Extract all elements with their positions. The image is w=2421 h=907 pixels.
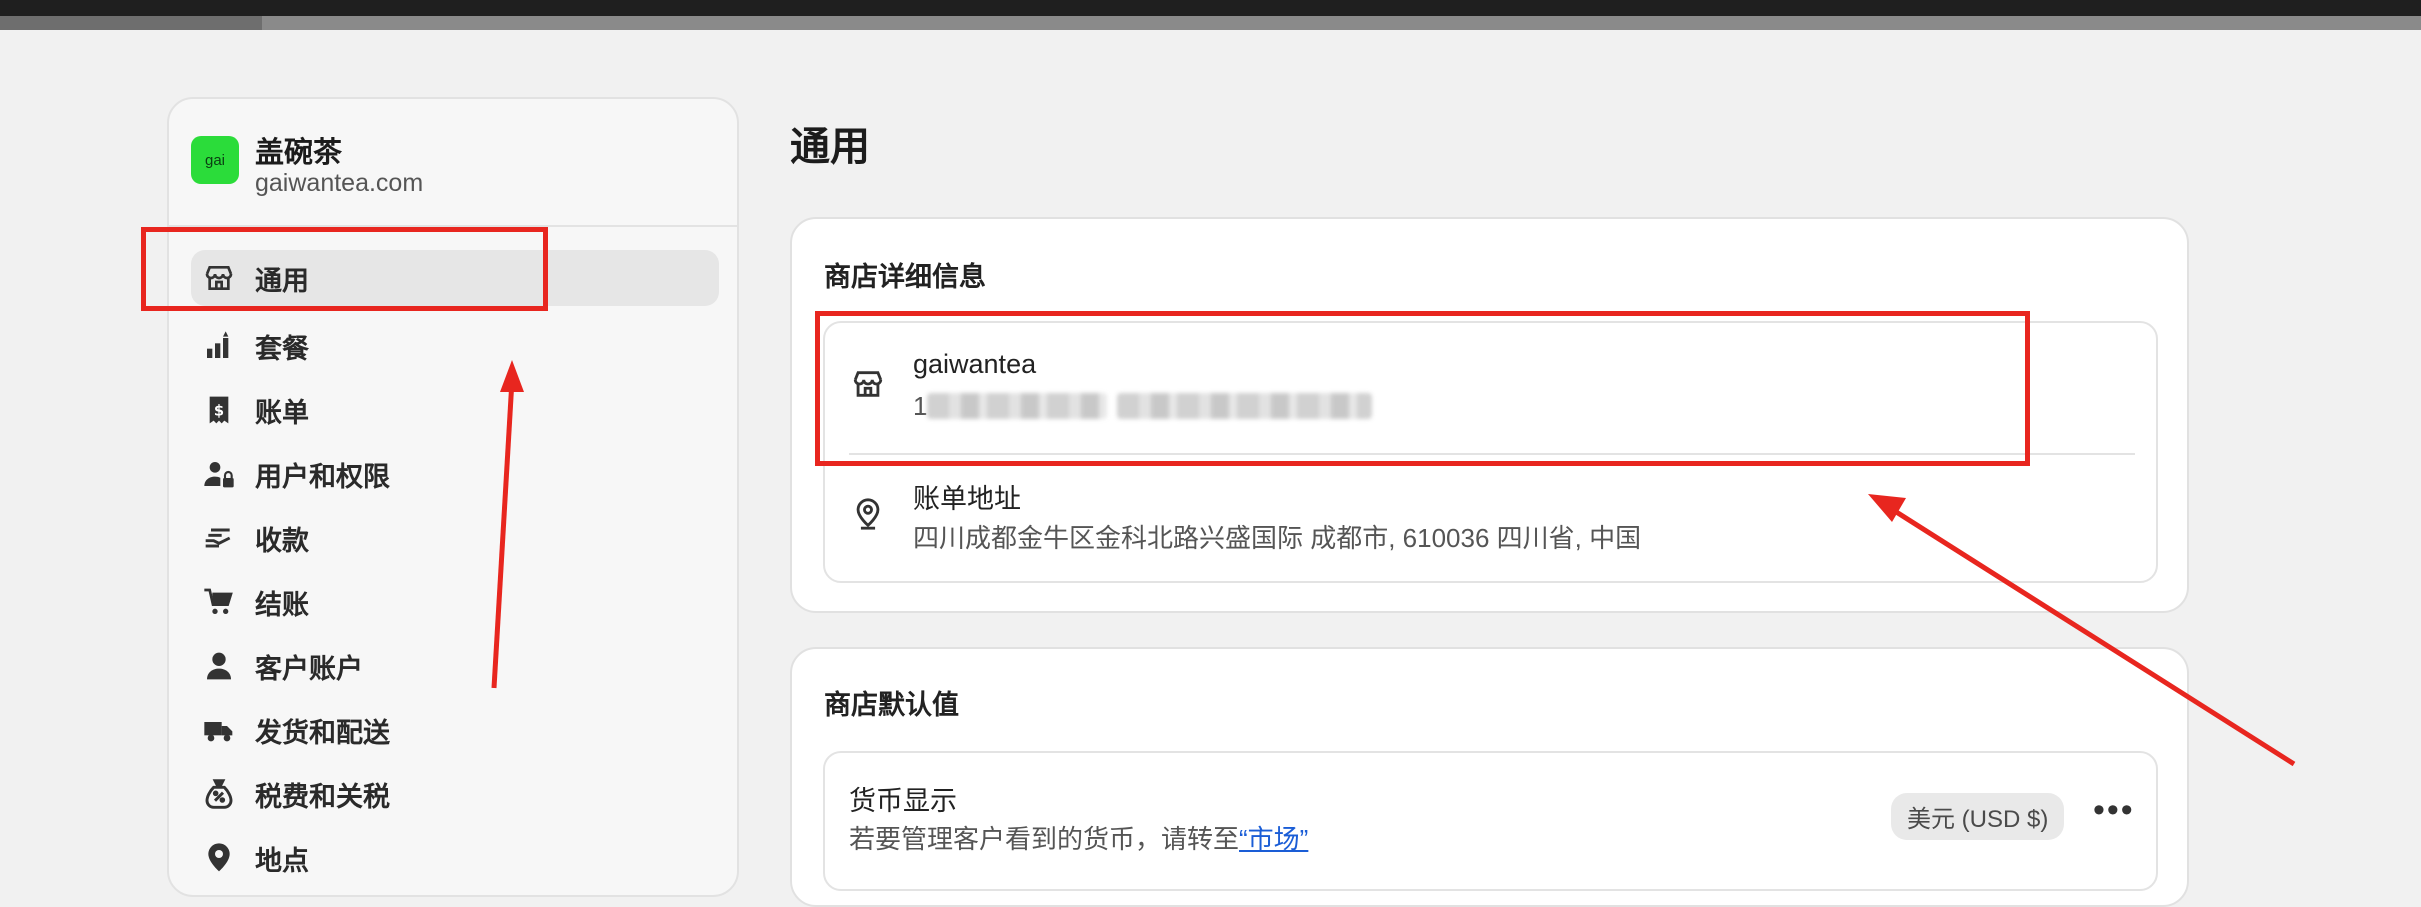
annotation-arrow bbox=[1868, 494, 2296, 767]
annotation-arrow bbox=[491, 360, 524, 689]
annotation-arrows bbox=[491, 360, 2296, 767]
